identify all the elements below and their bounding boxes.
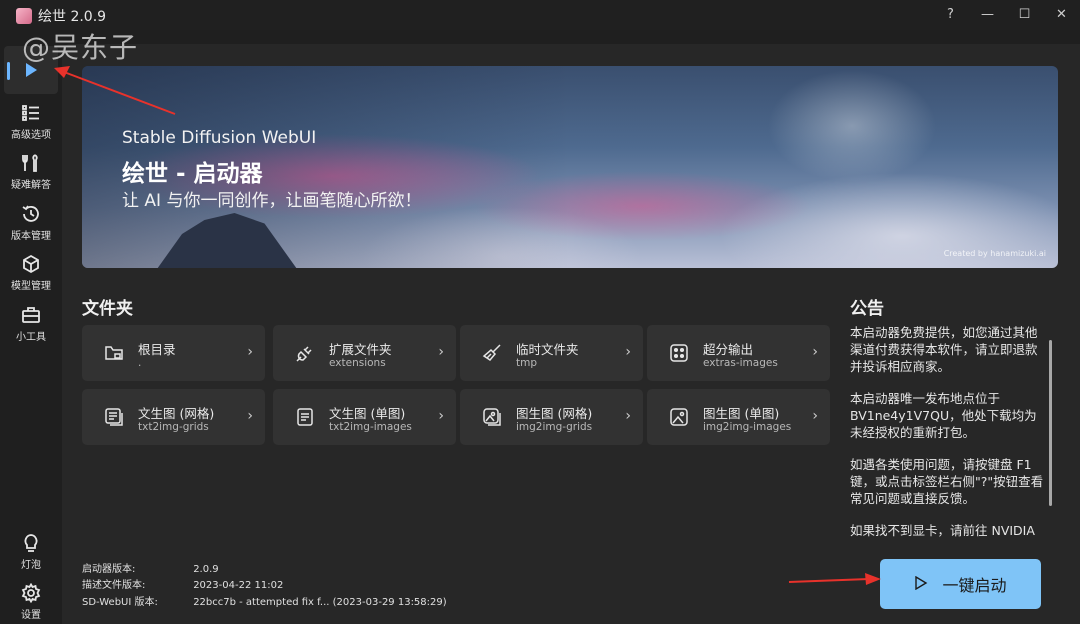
close-button[interactable]: ✕	[1043, 0, 1080, 28]
chevron-right-icon: ›	[247, 344, 253, 360]
image-icon	[669, 407, 689, 427]
text-grid-icon	[104, 407, 124, 427]
folder-card-img2img-images[interactable]: 图生图 (单图) img2img-images ›	[647, 389, 830, 445]
list-icon	[20, 103, 42, 123]
info-label: 启动器版本:	[82, 564, 136, 575]
card-subtitle: tmp	[516, 357, 538, 369]
banner-image: Stable Diffusion WebUI 绘世 - 启动器 让 AI 与你一…	[82, 66, 1058, 268]
card-subtitle: img2img-grids	[516, 421, 593, 433]
app-title: 绘世 2.0.9	[38, 9, 107, 25]
info-row-webui-version: SD-WebUI 版本: 22bcc7b - attempted fix f..…	[82, 593, 447, 608]
notice-paragraph: 如果找不到显卡，请前往 NVIDIA	[850, 523, 1035, 538]
chevron-right-icon: ›	[812, 408, 818, 424]
notice-scrollbar[interactable]	[1049, 340, 1052, 506]
card-title: 根目录	[138, 342, 176, 357]
chevron-right-icon: ›	[438, 344, 444, 360]
text-doc-icon	[295, 407, 315, 427]
info-row-profile-version: 描述文件版本: 2023-04-22 11:02	[82, 576, 283, 591]
title-bar: 绘世 2.0.9 ? — ☐ ✕	[0, 0, 1080, 30]
banner-title: 绘世 - 启动器	[122, 161, 263, 187]
info-value: 22bcc7b - attempted fix f... (2023-03-29…	[193, 597, 447, 608]
folder-card-txt2img-grids[interactable]: 文生图 (网格) txt2img-grids ›	[82, 389, 265, 445]
play-outline-icon	[914, 575, 928, 594]
notice-title: 公告	[850, 299, 884, 319]
card-subtitle: txt2img-images	[329, 421, 412, 433]
maximize-button[interactable]: ☐	[1006, 0, 1043, 28]
info-value: 2.0.9	[193, 564, 219, 575]
history-icon	[20, 204, 42, 224]
folder-card-img2img-grids[interactable]: 图生图 (网格) img2img-grids ›	[460, 389, 643, 445]
chevron-right-icon: ›	[625, 408, 631, 424]
sidebar-item-models[interactable]: 模型管理	[4, 249, 58, 297]
info-label: SD-WebUI 版本:	[82, 597, 158, 608]
sidebar-item-tools[interactable]: 小工具	[4, 300, 58, 348]
tools-icon	[20, 153, 42, 173]
folder-icon	[104, 343, 124, 363]
info-label: 描述文件版本:	[82, 580, 146, 591]
sidebar-item-troubleshoot[interactable]: 疑难解答	[4, 148, 58, 196]
card-title: 图生图 (单图)	[703, 406, 780, 421]
main-panel: Stable Diffusion WebUI 绘世 - 启动器 让 AI 与你一…	[62, 44, 1080, 624]
banner-slogan: 让 AI 与你一同创作，让画笔随心所欲！	[122, 191, 422, 211]
card-title: 临时文件夹	[516, 342, 579, 357]
sidebar: 高级选项 疑难解答 版本管理 模型管理 小工具 灯泡 设置	[0, 44, 62, 624]
lightbulb-icon	[20, 533, 42, 553]
sidebar-item-label: 模型管理	[11, 281, 51, 292]
card-title: 超分输出	[703, 342, 754, 357]
card-subtitle: img2img-images	[703, 421, 792, 433]
gear-icon	[20, 583, 42, 603]
folder-card-extensions[interactable]: 扩展文件夹 extensions ›	[273, 325, 456, 381]
sidebar-item-versions[interactable]: 版本管理	[4, 199, 58, 247]
launch-button[interactable]: 一键启动	[880, 559, 1041, 609]
notice-paragraph: 本启动器免费提供，如您通过其他渠道付费获得本软件，请立即退款并投诉相应商家。	[850, 325, 1038, 374]
app-logo-icon	[16, 8, 32, 24]
sidebar-item-settings[interactable]: 设置	[4, 578, 58, 624]
annotation-arrow-top	[54, 66, 176, 115]
chevron-right-icon: ›	[438, 408, 444, 424]
folder-card-txt2img-images[interactable]: 文生图 (单图) txt2img-images ›	[273, 389, 456, 445]
notice-paragraph: 如遇各类使用问题，请按键盘 F1 键，或点击标签栏右侧"?"按钮查看常见问题或直…	[850, 457, 1044, 506]
chevron-right-icon: ›	[812, 344, 818, 360]
card-title: 扩展文件夹	[329, 342, 392, 357]
dice-grid-icon	[669, 343, 689, 363]
sidebar-item-label: 疑难解答	[11, 180, 51, 191]
banner-subtitle: Stable Diffusion WebUI	[122, 128, 317, 148]
toolbox-icon	[20, 305, 42, 325]
banner-credit: Created by hanamizuki.ai	[943, 249, 1046, 258]
launch-button-label: 一键启动	[942, 576, 1007, 595]
minimize-button[interactable]: —	[969, 0, 1006, 28]
card-title: 文生图 (网格)	[138, 406, 215, 421]
help-button[interactable]: ?	[932, 0, 969, 28]
card-subtitle: txt2img-grids	[138, 421, 209, 433]
folder-card-tmp[interactable]: 临时文件夹 tmp ›	[460, 325, 643, 381]
card-subtitle: extras-images	[703, 357, 778, 369]
card-subtitle: .	[138, 357, 142, 369]
image-grid-icon	[482, 407, 502, 427]
plug-icon	[295, 343, 315, 363]
folders-title: 文件夹	[82, 299, 133, 319]
sidebar-item-label: 高级选项	[11, 130, 51, 141]
card-title: 图生图 (网格)	[516, 406, 593, 421]
watermark-text: @吴东子	[22, 31, 139, 64]
folder-card-root[interactable]: 根目录 . ›	[82, 325, 265, 381]
sidebar-item-lightbulb[interactable]: 灯泡	[4, 528, 58, 576]
banner-rock-decoration	[152, 213, 302, 268]
sidebar-item-label: 小工具	[16, 332, 46, 343]
window-controls: ? — ☐ ✕	[932, 0, 1080, 30]
chevron-right-icon: ›	[247, 408, 253, 424]
broom-icon	[482, 343, 502, 363]
notice-paragraph: 本启动器唯一发布地点位于 BV1ne4y1V7QU，他处下载均为未经授权的重新打…	[850, 391, 1037, 440]
chevron-right-icon: ›	[625, 344, 631, 360]
info-value: 2023-04-22 11:02	[193, 580, 284, 591]
card-subtitle: extensions	[329, 357, 386, 369]
sidebar-item-label: 设置	[21, 610, 41, 621]
cube-icon	[20, 254, 42, 274]
sidebar-item-label: 灯泡	[21, 560, 41, 571]
info-row-launcher-version: 启动器版本: 2.0.9	[82, 560, 219, 575]
sidebar-item-label: 版本管理	[11, 231, 51, 242]
annotation-arrow-bottom	[788, 573, 881, 585]
folder-card-extras[interactable]: 超分输出 extras-images ›	[647, 325, 830, 381]
notice-panel[interactable]: 本启动器免费提供，如您通过其他渠道付费获得本软件，请立即退款并投诉相应商家。 本…	[850, 324, 1046, 540]
card-title: 文生图 (单图)	[329, 406, 406, 421]
